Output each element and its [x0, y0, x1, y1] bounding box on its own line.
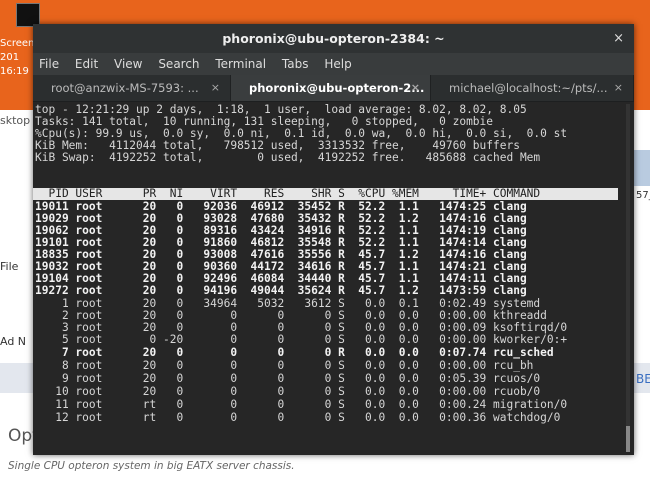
close-icon[interactable]: ×: [613, 24, 624, 53]
menu-edit[interactable]: Edit: [75, 57, 98, 71]
browser-text-right-blue: BE: [636, 372, 650, 386]
tab-bar: root@anzwix-MS-7593: ... × phoronix@ubu-…: [33, 75, 634, 102]
tab-close-icon[interactable]: ×: [411, 75, 420, 101]
process-row: 11 root rt 0 0 0 0 S 0.0 0.0 0:00.24 mig…: [35, 398, 568, 411]
tab-root-anzwix[interactable]: root@anzwix-MS-7593: ... ×: [33, 75, 231, 101]
process-row: 9 root 20 0 0 0 0 S 0.0 0.0 0:05.39 rcuo…: [35, 372, 541, 385]
top-swap-line: KiB Swap: 4192252 total, 0 used, 4192252…: [35, 151, 541, 164]
desktop-label-line: 201: [0, 52, 20, 63]
menu-file[interactable]: File: [39, 57, 59, 71]
process-row: 19272 root 20 0 94196 49044 35624 R 45.7…: [35, 284, 527, 297]
menu-terminal[interactable]: Terminal: [215, 57, 266, 71]
tab-label: root@anzwix-MS-7593: ...: [51, 81, 199, 95]
tab-label: phoronix@ubu-opteron-2...: [249, 81, 425, 95]
process-row: 8 root 20 0 0 0 0 S 0.0 0.0 0:00.00 rcu_…: [35, 359, 534, 372]
scrollbar-track[interactable]: [626, 104, 630, 452]
browser-text-fragment: sktop: [0, 114, 31, 127]
tab-phoronix-opteron[interactable]: phoronix@ubu-opteron-2... ×: [231, 75, 431, 101]
tab-michael-localhost[interactable]: michael@localhost:~/pts/... ×: [431, 75, 634, 101]
menu-view[interactable]: View: [114, 57, 142, 71]
terminal-window: phoronix@ubu-opteron-2384: ~ × File Edit…: [33, 24, 634, 455]
menu-bar: File Edit View Search Terminal Tabs Help: [33, 53, 634, 75]
desktop-label-line: Screen: [0, 38, 35, 49]
window-title: phoronix@ubu-opteron-2384: ~: [222, 31, 445, 46]
article-caption: Single CPU opteron system in big EATX se…: [8, 460, 295, 472]
tab-label: michael@localhost:~/pts/...: [449, 81, 608, 95]
browser-menu-file[interactable]: File: [0, 260, 18, 273]
desktop-icon-label: Screen 201 16:19: [0, 37, 34, 79]
menu-search[interactable]: Search: [158, 57, 199, 71]
process-table-header: PID USER PR NI VIRT RES SHR S %CPU %MEM …: [33, 188, 618, 200]
browser-thumbnail-right: [634, 150, 650, 186]
menu-tabs[interactable]: Tabs: [282, 57, 309, 71]
browser-ad-fragment: Ad N: [0, 335, 27, 348]
window-titlebar[interactable]: phoronix@ubu-opteron-2384: ~ ×: [33, 24, 634, 53]
browser-text-right: 57_: [636, 190, 650, 201]
process-row: 7 root 20 0 0 0 0 R 0.0 0.0 0:07.74 rcu_…: [35, 346, 554, 359]
process-row: 12 root rt 0 0 0 0 S 0.0 0.0 0:00.36 wat…: [35, 411, 561, 424]
terminal-screen[interactable]: top - 12:21:29 up 2 days, 1:18, 1 user, …: [33, 102, 634, 455]
browser-toolbar-fragment: [0, 363, 34, 393]
desktop-label-line: 16:19: [0, 66, 29, 77]
menu-help[interactable]: Help: [324, 57, 351, 71]
tab-close-icon[interactable]: ×: [614, 75, 623, 101]
process-row: 10 root 20 0 0 0 0 S 0.0 0.0 0:00.00 rcu…: [35, 385, 541, 398]
tab-close-icon[interactable]: ×: [211, 75, 220, 101]
process-row: 5 root 0 -20 0 0 0 S 0.0 0.0 0:00.00 kwo…: [35, 333, 568, 346]
scrollbar-thumb[interactable]: [626, 426, 630, 452]
